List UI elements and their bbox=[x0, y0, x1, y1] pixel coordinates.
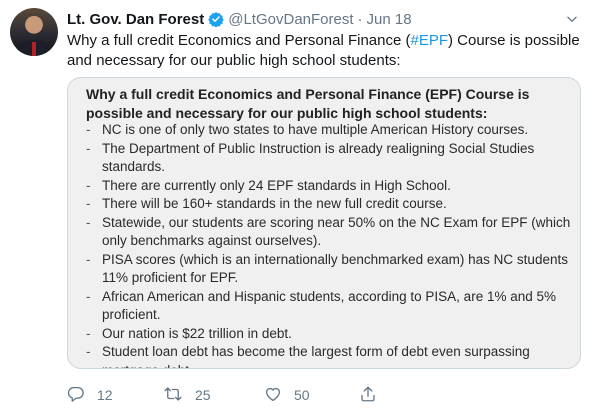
list-item: - Our nation is $22 trillion in debt. bbox=[82, 325, 574, 344]
list-item-text: Student loan debt has become the largest… bbox=[102, 344, 530, 368]
bullet-dash: - bbox=[86, 251, 91, 267]
like-count: 50 bbox=[294, 387, 310, 403]
list-item-text: The Department of Public Instruction is … bbox=[102, 140, 535, 175]
bullet-dash: - bbox=[86, 196, 91, 211]
author-handle[interactable]: @LtGovDanForest bbox=[228, 11, 353, 28]
tweet-date[interactable]: Jun 18 bbox=[367, 11, 412, 28]
chevron-down-icon[interactable] bbox=[563, 10, 581, 28]
separator-dot: · bbox=[357, 10, 363, 28]
list-item-text: Our nation is $22 trillion in debt. bbox=[102, 325, 292, 341]
hashtag-link[interactable]: #EPF bbox=[410, 32, 448, 49]
retweet-count: 25 bbox=[195, 387, 211, 403]
share-button[interactable] bbox=[359, 384, 389, 406]
list-item-text: African American and Hispanic students, … bbox=[102, 288, 556, 323]
list-item: - Student loan debt has become the larges… bbox=[82, 343, 574, 368]
list-item: - There are currently only 24 EPF standar… bbox=[82, 177, 574, 196]
list-item-text: NC is one of only two states to have mul… bbox=[102, 122, 529, 137]
list-item: - PISA scores (which is an internationall… bbox=[82, 251, 574, 288]
bullet-dash: - bbox=[86, 122, 91, 137]
reply-count: 12 bbox=[97, 387, 113, 403]
bullet-dash: - bbox=[86, 344, 91, 359]
reply-button[interactable]: 12 bbox=[67, 384, 113, 406]
avatar-tie bbox=[32, 42, 36, 56]
bullet-dash: - bbox=[86, 288, 91, 304]
retweet-icon bbox=[163, 385, 195, 406]
author-name[interactable]: Lt. Gov. Dan Forest bbox=[67, 11, 204, 28]
list-item: - There will be 160+ standards in the new… bbox=[82, 195, 574, 214]
heart-icon bbox=[264, 385, 294, 406]
list-item: - African American and Hispanic students,… bbox=[82, 288, 574, 325]
list-item-text: Statewide, our students are scoring near… bbox=[102, 214, 571, 249]
tweet-actions: 12 25 50 bbox=[67, 384, 397, 406]
list-item: - Statewide, our students are scoring nea… bbox=[82, 214, 574, 251]
reply-icon bbox=[67, 385, 97, 406]
list-item: - NC is one of only two states to have mu… bbox=[82, 121, 574, 140]
bullet-dash: - bbox=[86, 140, 91, 156]
image-bullet-list: - NC is one of only two states to have mu… bbox=[82, 121, 574, 368]
bullet-dash: - bbox=[86, 325, 91, 341]
like-button[interactable]: 50 bbox=[264, 384, 310, 406]
avatar[interactable] bbox=[10, 8, 58, 56]
tweet-header: Lt. Gov. Dan Forest @LtGovDanForest · Ju… bbox=[67, 9, 567, 29]
verified-badge-icon bbox=[208, 11, 224, 27]
list-item: - The Department of Public Instruction is… bbox=[82, 140, 574, 177]
retweet-button[interactable]: 25 bbox=[163, 384, 211, 406]
tweet-text-before: Why a full credit Economics and Personal… bbox=[67, 32, 411, 49]
list-item-text: There are currently only 24 EPF standard… bbox=[102, 177, 451, 193]
tweet-image[interactable]: Why a full credit Economics and Personal… bbox=[67, 77, 581, 369]
tweet-text: Why a full credit Economics and Personal… bbox=[67, 31, 587, 71]
list-item-text: PISA scores (which is an internationally… bbox=[102, 251, 568, 286]
bullet-dash: - bbox=[86, 177, 91, 193]
share-icon bbox=[359, 385, 389, 406]
list-item-text: There will be 160+ standards in the new … bbox=[102, 196, 447, 211]
bullet-dash: - bbox=[86, 214, 91, 230]
image-title: Why a full credit Economics and Personal… bbox=[86, 86, 530, 121]
